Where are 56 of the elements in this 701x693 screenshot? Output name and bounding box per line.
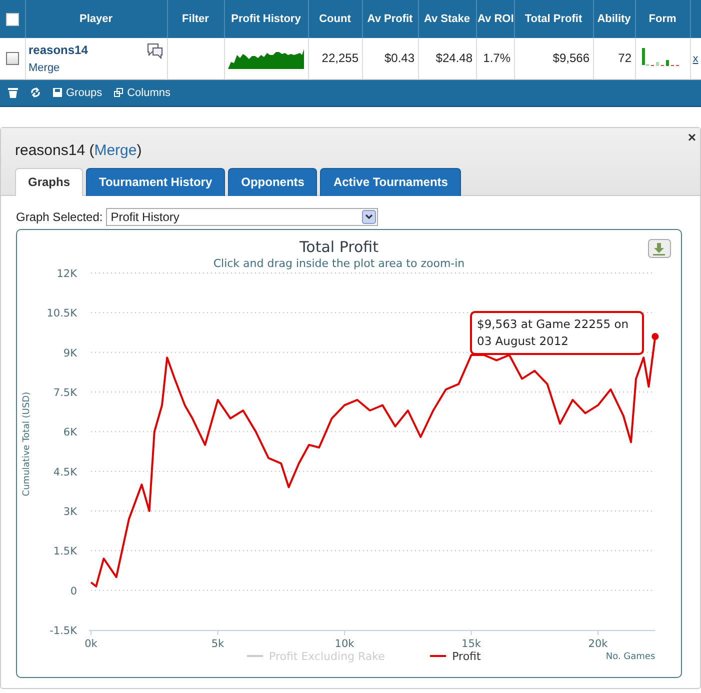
table-cell: 1.7% [483, 51, 510, 66]
trash-icon[interactable] [8, 87, 18, 98]
refresh-icon[interactable] [30, 87, 41, 98]
x-axis-label: 0k [84, 638, 98, 650]
table-cell: $9,566 [552, 51, 590, 66]
chat-icon[interactable] [146, 42, 164, 59]
legend-label: Profit [452, 650, 482, 662]
x-axis-label: 15k [462, 638, 481, 650]
y-axis-label: 12K [56, 268, 77, 280]
y-axis-label: 3K [63, 506, 77, 518]
x-axis-label: 10k [334, 638, 354, 650]
checkbox[interactable] [6, 52, 19, 66]
field-label: Graph Selected: [16, 210, 103, 224]
columns-button[interactable]: Columns [114, 86, 170, 98]
table-cell: 72 [618, 51, 632, 66]
tab[interactable]: Opponents [228, 168, 318, 196]
y-axis-label: 7.5K [53, 386, 77, 398]
tooltip: $9,563 at Game 22255 on 03 August 2012 [470, 310, 644, 354]
merge-link[interactable]: Merge [28, 62, 60, 74]
graph-dropdown[interactable]: Profit History [106, 208, 378, 226]
x-axis-title: No. Games [606, 652, 656, 662]
y-axis-label: 1.5K [53, 545, 77, 558]
data-point [652, 332, 659, 340]
column-header[interactable]: Filter [182, 13, 209, 25]
y-axis-label: -1.5K [50, 624, 77, 636]
table-cell: $0.43 [384, 51, 414, 66]
column-header[interactable]: Form [648, 13, 676, 25]
y-axis-label: 6K [63, 426, 77, 438]
chart-title: Total Profit [300, 238, 378, 256]
player-title: reasons14 ( [15, 142, 94, 158]
chart-subtitle: Click and drag inside the plot area to zoom-in [213, 256, 465, 270]
x-axis-label: 5k [211, 638, 224, 650]
y-axis-title: Cumulative Total (USD) [22, 391, 32, 496]
table-cell: 22,255 [322, 51, 358, 66]
title-parenthesis: ) [136, 142, 142, 158]
column-header[interactable]: Count [319, 13, 351, 25]
tab[interactable]: Tournament History [86, 168, 226, 196]
tab[interactable]: Active Tournaments [320, 168, 461, 196]
x-axis-label: 20k [588, 638, 608, 650]
legend-item[interactable]: Profit [430, 650, 481, 662]
tab[interactable]: Graphs [15, 168, 84, 196]
groups-button[interactable]: Groups [53, 86, 102, 98]
player-name-link[interactable]: reasons14 [28, 43, 88, 58]
column-header[interactable]: Player [79, 13, 113, 25]
y-axis-label: 0 [70, 584, 77, 597]
table-cell: $24.48 [436, 51, 472, 66]
download-button[interactable] [648, 238, 671, 258]
merge-link[interactable]: Merge [94, 142, 137, 158]
y-axis-label: 9K [63, 346, 77, 359]
remove-link[interactable]: x [692, 53, 698, 66]
windows-icon [114, 88, 124, 97]
chevron-down-icon [362, 210, 376, 224]
y-axis-label: 4.5K [53, 466, 77, 478]
checkbox[interactable] [6, 12, 19, 26]
close-button[interactable]: × [688, 130, 696, 144]
y-axis-label: 10.5K [46, 307, 77, 320]
